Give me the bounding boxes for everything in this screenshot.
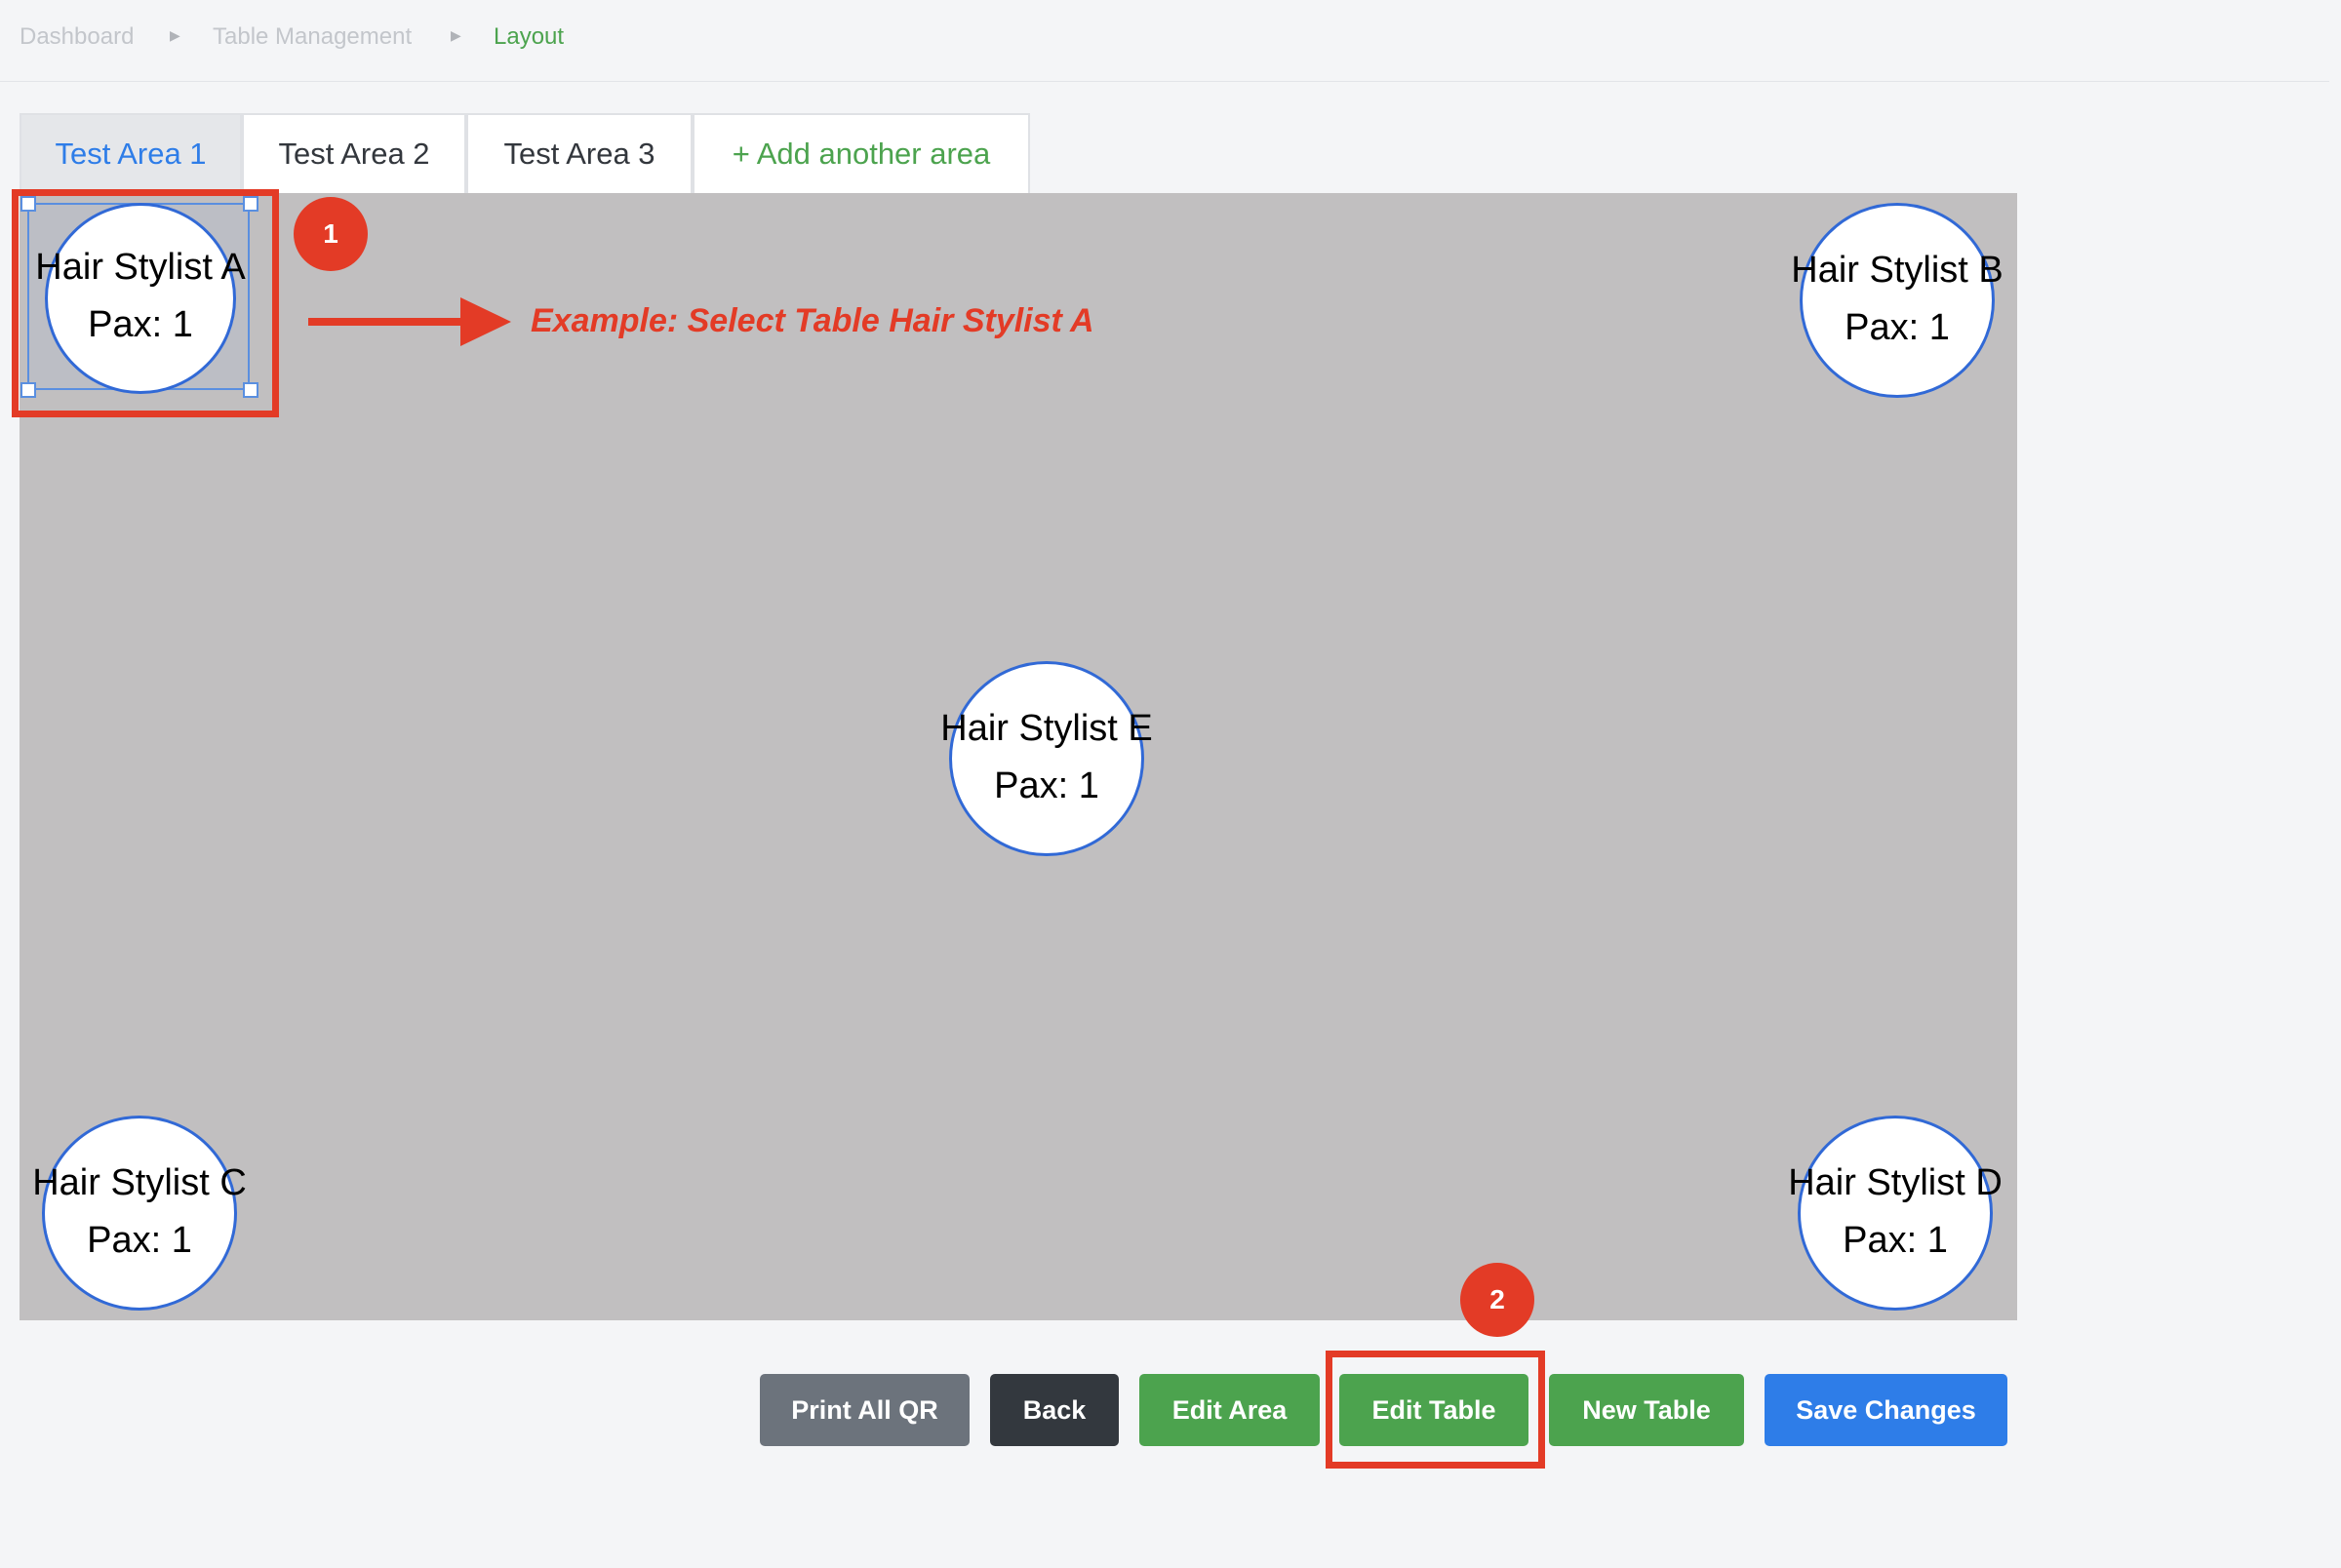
add-area-tab[interactable]: + Add another area — [693, 113, 1030, 193]
step-badge-1: 1 — [294, 197, 368, 271]
table-hair-stylist-d[interactable]: Hair Stylist D Pax: 1 — [1788, 1116, 2003, 1311]
save-changes-button[interactable]: Save Changes — [1765, 1374, 2007, 1446]
tab-test-area-2[interactable]: Test Area 2 — [242, 113, 466, 193]
table-hair-stylist-c[interactable]: Hair Stylist C Pax: 1 — [32, 1116, 247, 1311]
table-name: Hair Stylist C — [32, 1162, 247, 1203]
table-name: Hair Stylist D — [1788, 1162, 2003, 1203]
table-pax: Pax: 1 — [1843, 1220, 1948, 1261]
annotation-example-text: Example: Select Table Hair Stylist A — [531, 302, 1094, 339]
table-hair-stylist-b[interactable]: Hair Stylist B Pax: 1 — [1791, 203, 2004, 398]
back-button[interactable]: Back — [990, 1374, 1119, 1446]
annotation-arrow-head-icon — [460, 297, 511, 346]
breadcrumb: Dashboard ▶ Table Management ▶ Layout — [0, 0, 2329, 82]
table-pax: Pax: 1 — [1845, 307, 1950, 348]
breadcrumb-separator-icon: ▶ — [451, 27, 461, 43]
step-badge-2: 2 — [1460, 1263, 1534, 1337]
annotation-arrow-icon — [308, 318, 464, 326]
print-all-qr-button[interactable]: Print All QR — [760, 1374, 970, 1446]
table-pax: Pax: 1 — [994, 765, 1099, 806]
new-table-button[interactable]: New Table — [1549, 1374, 1744, 1446]
breadcrumb-dashboard[interactable]: Dashboard — [20, 23, 134, 51]
table-name: Hair Stylist B — [1791, 250, 2004, 291]
edit-area-button[interactable]: Edit Area — [1139, 1374, 1320, 1446]
annotation-highlight-table-a — [12, 189, 279, 417]
table-hair-stylist-e[interactable]: Hair Stylist E Pax: 1 — [940, 661, 1153, 856]
tab-test-area-1[interactable]: Test Area 1 — [20, 113, 242, 193]
breadcrumb-separator-icon: ▶ — [170, 27, 180, 43]
breadcrumb-layout: Layout — [494, 23, 565, 50]
breadcrumb-table-management[interactable]: Table Management — [213, 23, 412, 51]
tab-test-area-3[interactable]: Test Area 3 — [466, 113, 693, 193]
table-name: Hair Stylist E — [940, 708, 1153, 749]
annotation-highlight-edit-table — [1326, 1351, 1545, 1469]
table-pax: Pax: 1 — [87, 1220, 192, 1261]
